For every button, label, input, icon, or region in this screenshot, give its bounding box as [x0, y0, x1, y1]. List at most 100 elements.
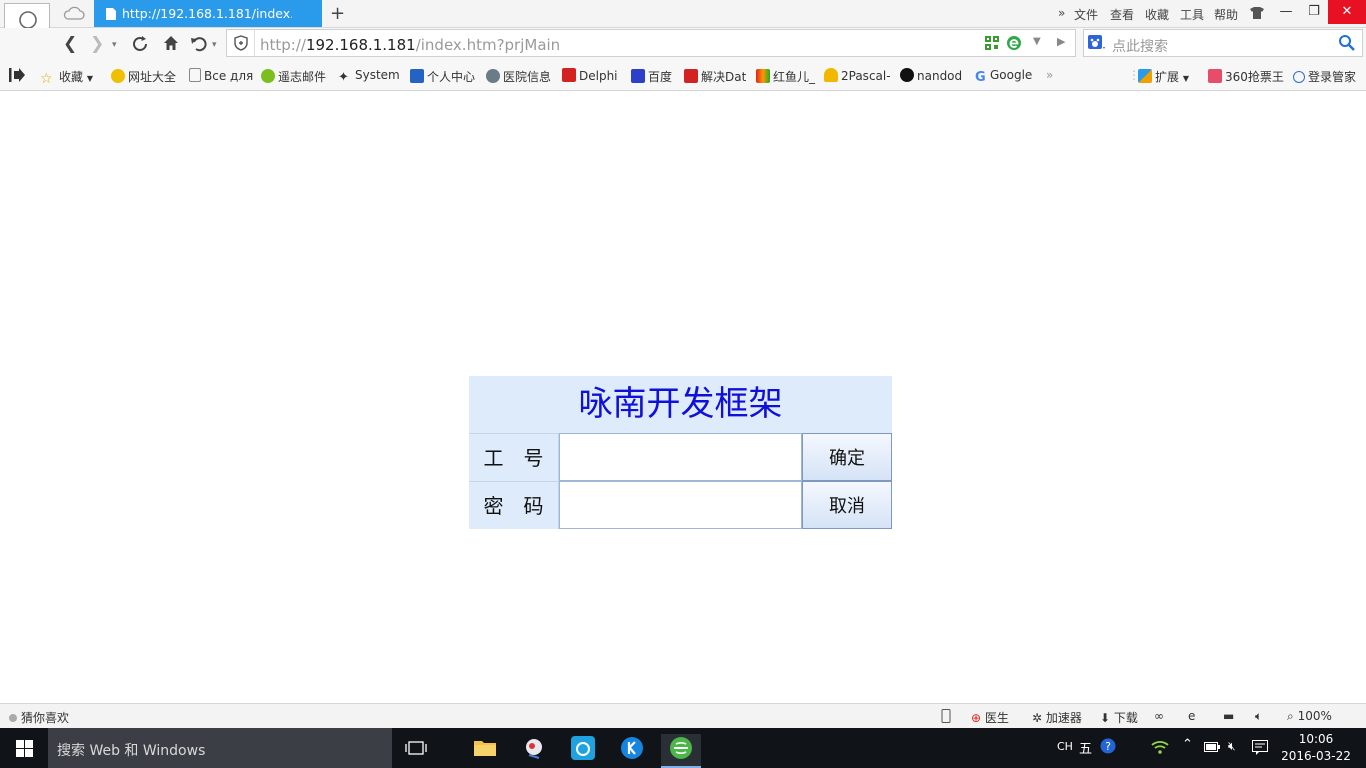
battery-icon[interactable] [1204, 742, 1220, 752]
app-blue-icon [571, 736, 595, 760]
menu-file[interactable]: 文件 [1074, 6, 1098, 23]
download-icon: ⬇ [1100, 711, 1111, 725]
kugou-icon [621, 737, 643, 759]
start-button[interactable] [0, 728, 48, 768]
employee-id-input[interactable] [559, 433, 802, 481]
qr-code-icon[interactable] [985, 36, 999, 50]
bookmark-1[interactable]: 网址大全 [111, 68, 176, 85]
glasses-icon[interactable]: ∞ [1154, 709, 1164, 723]
bookmark-4[interactable]: ✦ System [338, 68, 400, 85]
clock-time: 10:06 [1298, 732, 1334, 746]
restore-button[interactable]: ❐ [1300, 0, 1328, 24]
ie-mode-icon[interactable]: e [1188, 709, 1195, 723]
taskbar-app-2[interactable] [514, 734, 554, 768]
extensions-button[interactable]: 扩展 ▼ [1138, 68, 1189, 85]
help-icon[interactable]: ? [1100, 738, 1116, 754]
ok-button[interactable]: 确定 [802, 433, 892, 481]
go-icon[interactable]: ▶ [1057, 35, 1065, 48]
tab-active[interactable]: http://192.168.1.181/index.htm [94, 0, 322, 27]
csdn-icon [684, 69, 698, 83]
bookmarks-bar: ☆ 收藏 ▼ 网址大全 Все для 遥志邮件 ✦ System 个人中心 医院信… [0, 60, 1366, 91]
bookmark-10[interactable]: 红鱼儿_ [756, 68, 815, 85]
home-icon[interactable] [162, 34, 180, 52]
password-input[interactable] [559, 481, 802, 529]
taskbar-search-placeholder: 搜索 Web 和 Windows [57, 743, 206, 759]
show-hidden-icons[interactable]: ⌃ [1182, 737, 1193, 752]
bookmark-11[interactable]: 2Pascal- [824, 68, 891, 83]
bookmark-13[interactable]: G Google [975, 68, 1032, 85]
bookmark-7[interactable]: Delphi [562, 68, 618, 83]
zoom-control[interactable]: ⌕ 100% [1287, 709, 1332, 724]
menu-tools[interactable]: 工具 [1180, 6, 1204, 23]
forward-button[interactable]: ❯ [90, 34, 104, 54]
bookmark-2[interactable]: Все для [189, 68, 253, 83]
menu-overflow-icon[interactable]: » [1058, 6, 1065, 20]
mobile-icon[interactable] [941, 709, 951, 723]
user-center-icon [410, 69, 424, 83]
minimize-button[interactable]: — [1272, 0, 1300, 24]
navigation-bar: ❮ ❯ ▾ ▾ http://192.168.1.181/index.htm?p… [0, 28, 1366, 60]
bookmark-3[interactable]: 遥志邮件 [261, 68, 326, 85]
sidebar-toggle-icon[interactable] [9, 68, 25, 82]
input-mode-icon[interactable]: 五 [1079, 738, 1092, 757]
task-view-icon[interactable] [405, 741, 427, 755]
volume-icon[interactable]: 🔈︎ [1255, 709, 1262, 724]
notifications-icon[interactable] [1252, 740, 1268, 755]
tab-label: http://192.168.1.181/index.htm [122, 6, 292, 21]
bookmark-5[interactable]: 个人中心 [410, 68, 475, 85]
accelerator-button[interactable]: ✲ 加速器 [1032, 709, 1082, 726]
volume-muted-icon[interactable]: 🔇︎ [1228, 739, 1236, 754]
download-button[interactable]: ⬇ 下载 [1100, 709, 1138, 726]
address-bar[interactable]: http://192.168.1.181/index.htm?prjMain ▼… [226, 29, 1076, 57]
back-button[interactable]: ❮ [63, 34, 77, 54]
system-clock[interactable]: 10:06 2016-03-22 [1276, 731, 1356, 765]
doctor-button[interactable]: ⊕ 医生 [971, 709, 1009, 726]
login-manager-button[interactable]: 登录管家 [1293, 68, 1356, 85]
mail-icon [261, 69, 275, 83]
close-button[interactable]: ✕ [1328, 0, 1366, 24]
skin-icon[interactable] [1249, 6, 1265, 20]
refresh-icon[interactable] [131, 35, 149, 53]
ticket-app-button[interactable]: 360抢票王 [1208, 68, 1284, 85]
bookmark-6[interactable]: 医院信息 [486, 68, 551, 85]
taskbar-app-4[interactable] [612, 734, 652, 768]
url-text: http://192.168.1.181/index.htm?prjMain [260, 36, 561, 54]
recommend-link[interactable]: 猜你喜欢 [9, 709, 69, 726]
login-title: 咏南开发框架 [578, 384, 783, 424]
address-dropdown-icon[interactable]: ▼ [1033, 36, 1041, 47]
redfish-icon [756, 69, 770, 83]
undo-close-icon[interactable] [190, 35, 208, 53]
windows-logo-icon [16, 740, 33, 757]
baidu-paw-icon[interactable] [1088, 35, 1106, 51]
github-icon [900, 68, 914, 82]
search-icon[interactable] [1338, 34, 1356, 52]
menu-help[interactable]: 帮助 [1214, 6, 1238, 23]
cloud-icon[interactable] [63, 5, 85, 21]
folder-icon [474, 741, 496, 756]
bookmark-8[interactable]: 百度 [631, 68, 672, 85]
wifi-icon[interactable] [1151, 740, 1169, 754]
security-shield-icon[interactable] [228, 30, 255, 56]
dot-icon [9, 714, 17, 722]
login-manager-icon [1293, 71, 1305, 83]
windows-taskbar: 搜索 Web 和 Windows CH 五 ? ⌃ 🔇︎ 10:06 2016-… [0, 728, 1366, 768]
taskbar-file-explorer[interactable] [465, 734, 505, 768]
taskbar-360-browser[interactable] [661, 734, 701, 768]
ie-compat-icon[interactable] [1006, 35, 1022, 51]
new-tab-button[interactable]: + [330, 3, 345, 24]
taskbar-app-3[interactable] [563, 734, 603, 768]
taskbar-search[interactable]: 搜索 Web 和 Windows [48, 728, 392, 768]
bookmark-favorites[interactable]: ☆ 收藏 ▼ [40, 68, 93, 87]
menu-favorites[interactable]: 收藏 [1145, 6, 1169, 23]
360-browser-icon [670, 737, 692, 759]
cancel-button[interactable]: 取消 [802, 481, 892, 529]
screen-icon[interactable]: ▬ [1223, 709, 1234, 723]
bookmark-12[interactable]: nandod [900, 68, 962, 83]
bookmarks-overflow-icon[interactable]: » [1046, 68, 1053, 82]
menu-view[interactable]: 查看 [1110, 6, 1134, 23]
forward-dropdown-icon[interactable]: ▾ [112, 40, 117, 50]
search-box[interactable]: 点此搜索 [1083, 29, 1363, 57]
ime-indicator[interactable]: CH [1057, 740, 1073, 753]
undo-dropdown-icon[interactable]: ▾ [212, 40, 217, 50]
bookmark-9[interactable]: 解决Dat [684, 68, 746, 85]
